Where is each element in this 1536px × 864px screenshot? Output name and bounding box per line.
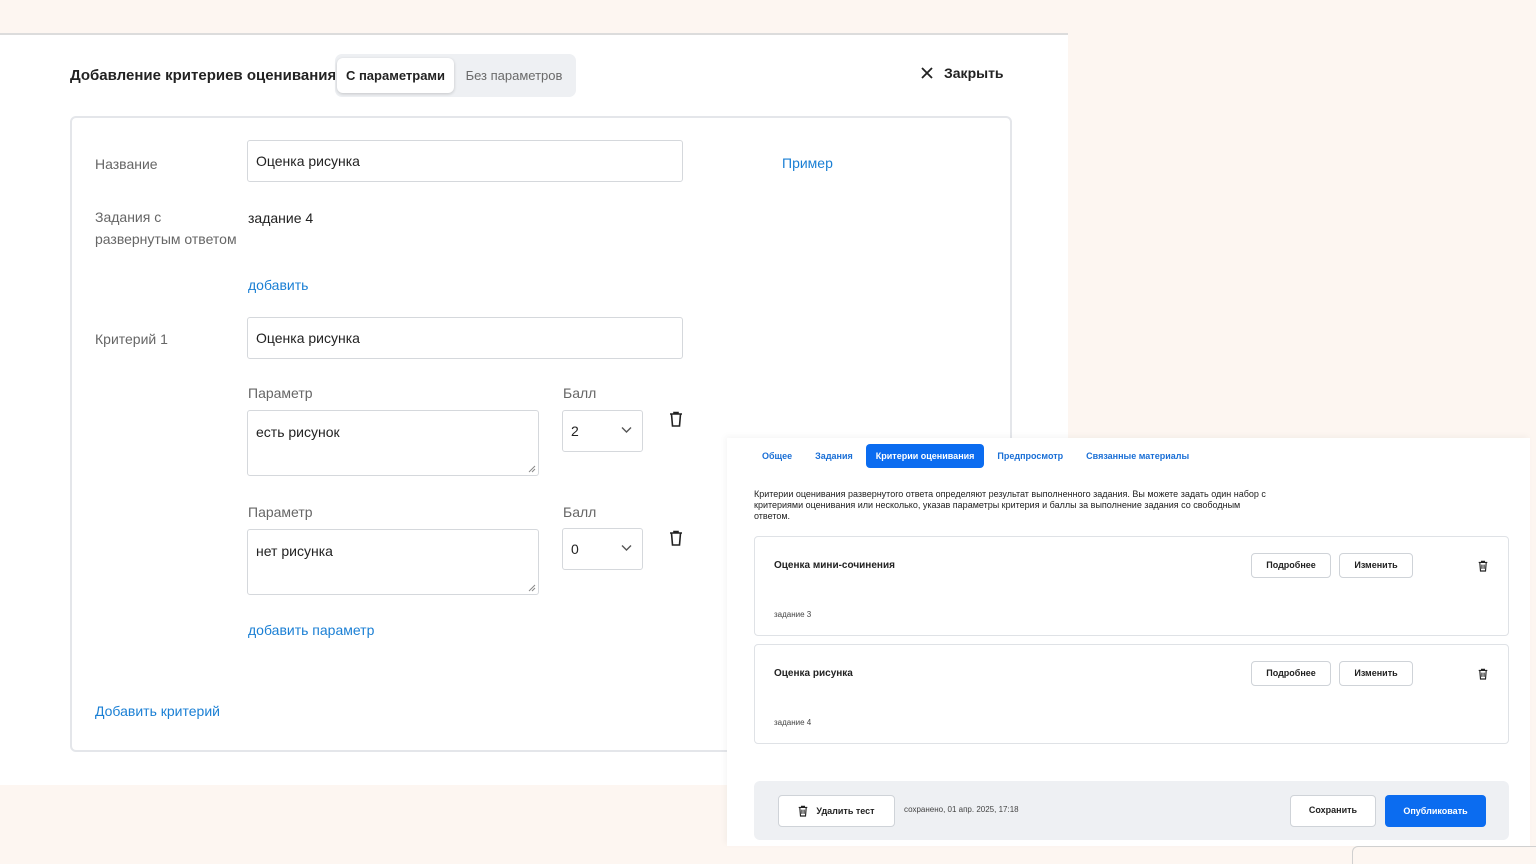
score-label: Балл bbox=[563, 504, 597, 520]
tasks-label-line1: Задания с bbox=[95, 209, 162, 225]
criteria-description: Критерии оценивания развернутого ответа … bbox=[754, 489, 1266, 521]
publish-button[interactable]: Опубликовать bbox=[1385, 795, 1486, 827]
resize-grip-icon[interactable] bbox=[528, 465, 536, 473]
close-button[interactable]: Закрыть bbox=[920, 65, 1004, 81]
close-label: Закрыть bbox=[944, 65, 1004, 81]
edit-button[interactable]: Изменить bbox=[1339, 661, 1413, 686]
tab-related[interactable]: Связанные материалы bbox=[1076, 444, 1199, 468]
segment-without-params[interactable]: Без параметров bbox=[456, 58, 572, 93]
name-label: Название bbox=[95, 156, 158, 172]
segment-with-params[interactable]: С параметрами bbox=[337, 58, 454, 93]
score-value: 2 bbox=[571, 423, 579, 439]
details-button[interactable]: Подробнее bbox=[1251, 553, 1331, 578]
trash-icon bbox=[799, 805, 808, 817]
criterion-task: задание 3 bbox=[774, 610, 812, 619]
tab-bar: Общее Задания Критерии оценивания Предпр… bbox=[752, 444, 1202, 468]
chevron-down-icon bbox=[621, 545, 632, 551]
param-value: есть рисунок bbox=[256, 424, 340, 440]
example-link[interactable]: Пример bbox=[782, 155, 833, 171]
name-input[interactable]: Оценка рисунка bbox=[247, 140, 683, 182]
resize-grip-icon[interactable] bbox=[528, 584, 536, 592]
close-icon bbox=[921, 67, 933, 79]
param-value: нет рисунка bbox=[256, 543, 333, 559]
details-button[interactable]: Подробнее bbox=[1251, 661, 1331, 686]
test-editor-panel: Общее Задания Критерии оценивания Предпр… bbox=[727, 438, 1530, 846]
tab-tasks[interactable]: Задания bbox=[805, 444, 863, 468]
score-select[interactable]: 0 bbox=[562, 528, 643, 570]
criterion-label: Критерий 1 bbox=[95, 331, 168, 347]
add-param-link[interactable]: добавить параметр bbox=[248, 622, 374, 638]
param-label: Параметр bbox=[248, 385, 313, 401]
mode-switch: С параметрами Без параметров bbox=[335, 54, 576, 97]
param-textarea[interactable]: есть рисунок bbox=[247, 410, 539, 476]
chevron-down-icon bbox=[621, 427, 632, 433]
trash-icon[interactable] bbox=[1478, 560, 1488, 572]
saved-status: сохранено, 01 апр. 2025, 17:18 bbox=[904, 805, 1019, 814]
score-label: Балл bbox=[563, 385, 597, 401]
criterion-input[interactable]: Оценка рисунка bbox=[247, 317, 683, 359]
dialog-title: Добавление критериев оценивания bbox=[70, 67, 337, 84]
criterion-title: Оценка рисунка bbox=[774, 668, 853, 679]
tasks-label-line2: развернутым ответом bbox=[95, 231, 237, 247]
action-bar: Удалить тест сохранено, 01 апр. 2025, 17… bbox=[754, 781, 1509, 840]
criterion-task: задание 4 bbox=[774, 718, 812, 727]
criterion-card: Оценка мини-сочинения задание 3 Подробне… bbox=[754, 536, 1509, 636]
background-frame-corner bbox=[1352, 846, 1536, 864]
score-select[interactable]: 2 bbox=[562, 410, 643, 452]
add-criterion-link[interactable]: Добавить критерий bbox=[95, 703, 220, 719]
param-textarea[interactable]: нет рисунка bbox=[247, 529, 539, 595]
tab-general[interactable]: Общее bbox=[752, 444, 802, 468]
criterion-card: Оценка рисунка задание 4 Подробнее Измен… bbox=[754, 644, 1509, 744]
save-button[interactable]: Сохранить bbox=[1290, 795, 1376, 827]
delete-test-button[interactable]: Удалить тест bbox=[778, 795, 895, 827]
edit-button[interactable]: Изменить bbox=[1339, 553, 1413, 578]
tasks-value: задание 4 bbox=[248, 210, 314, 226]
trash-icon[interactable] bbox=[1478, 668, 1488, 680]
trash-icon[interactable] bbox=[669, 530, 683, 546]
score-value: 0 bbox=[571, 541, 579, 557]
tab-criteria[interactable]: Критерии оценивания bbox=[865, 444, 985, 468]
delete-test-label: Удалить тест bbox=[816, 806, 875, 816]
add-task-link[interactable]: добавить bbox=[248, 277, 308, 293]
trash-icon[interactable] bbox=[669, 411, 683, 427]
criterion-title: Оценка мини-сочинения bbox=[774, 560, 895, 571]
tab-preview[interactable]: Предпросмотр bbox=[987, 444, 1073, 468]
param-label: Параметр bbox=[248, 504, 313, 520]
